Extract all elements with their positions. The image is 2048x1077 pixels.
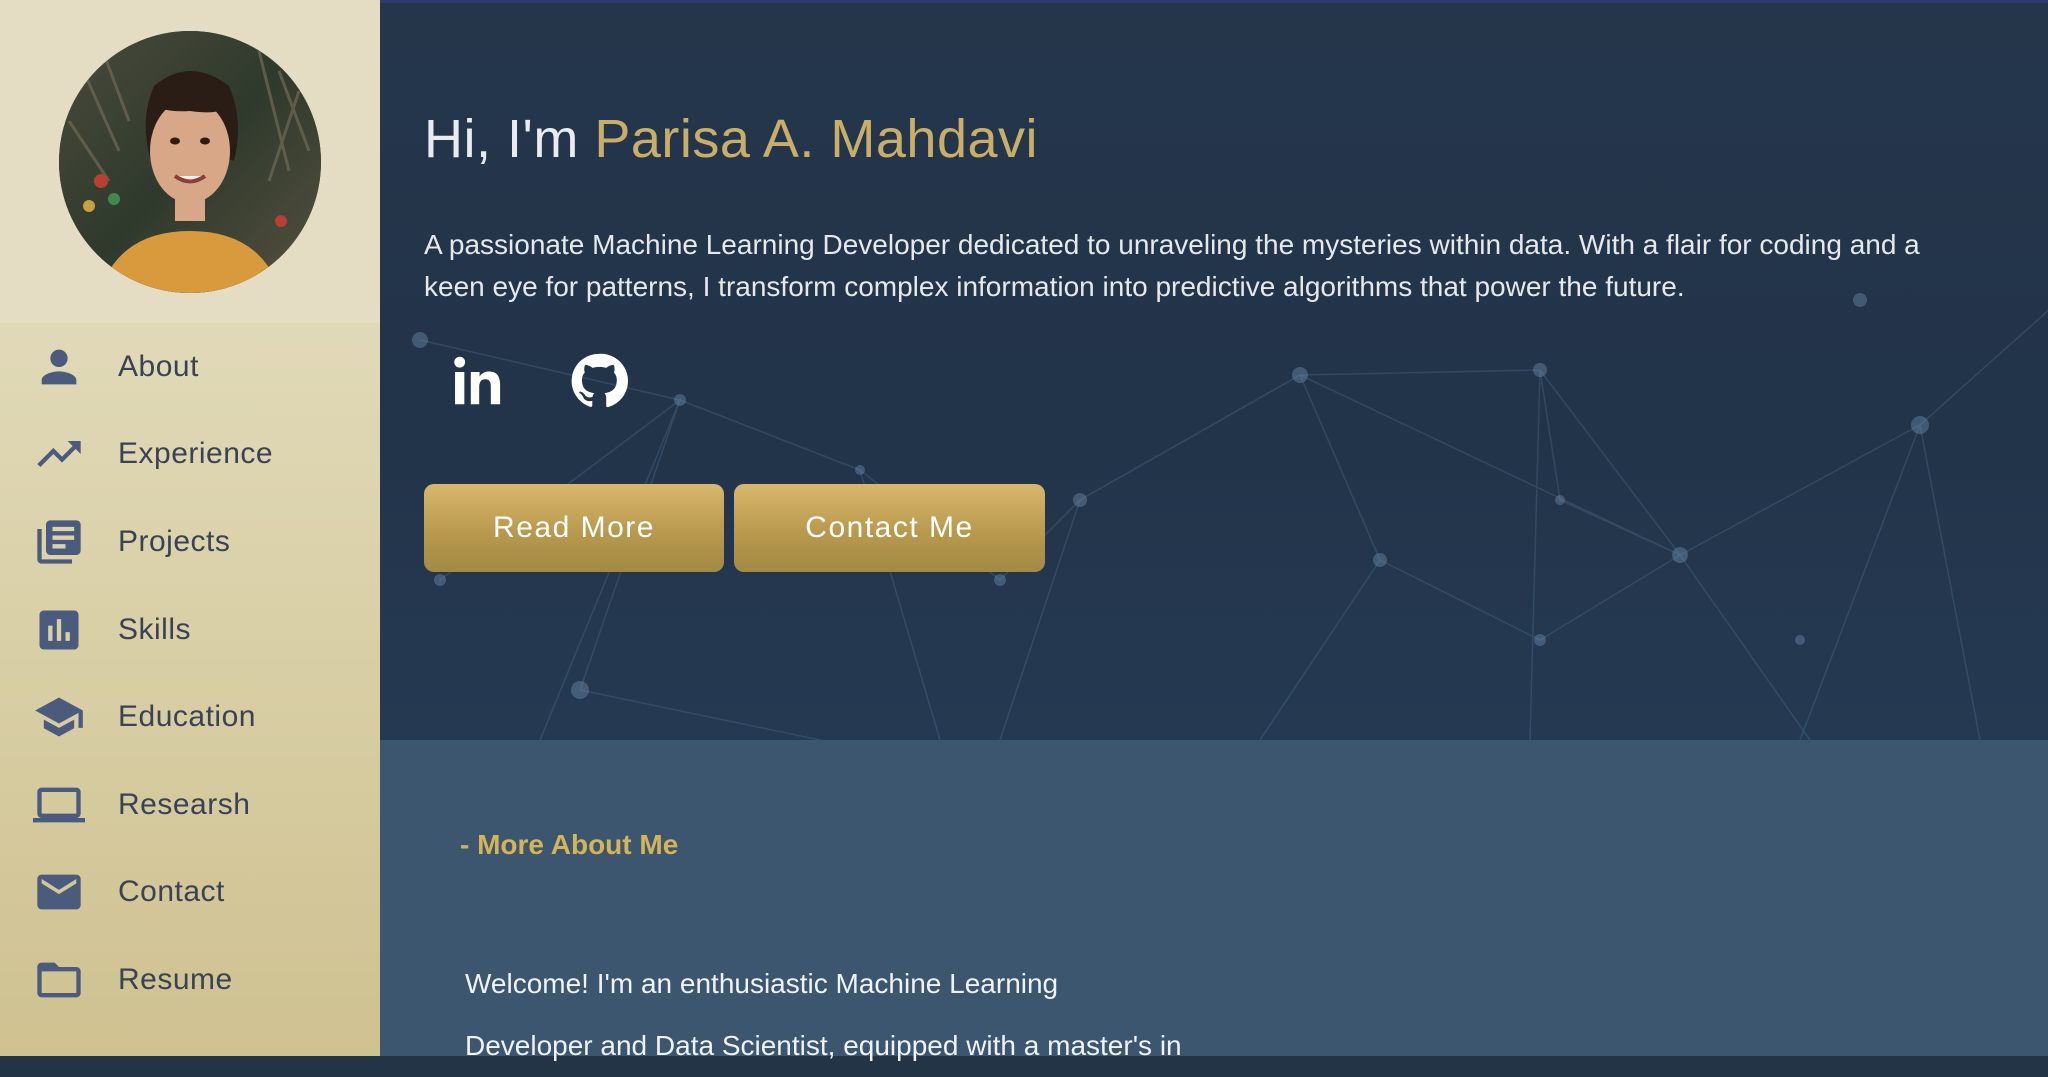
trending-up-icon — [30, 425, 88, 483]
sidebar-item-label: Experience — [118, 437, 274, 471]
top-border — [380, 0, 2048, 3]
social-links — [424, 350, 1984, 412]
bar-chart-icon — [30, 601, 88, 659]
about-line: Developer and Data Scientist, equipped w… — [465, 1030, 1182, 1061]
folder-icon — [30, 951, 88, 1009]
sidebar-item-label: Skills — [118, 612, 192, 646]
about-section: - More About Me Welcome! I'm an enthusia… — [380, 740, 2048, 1061]
avatar-container — [0, 0, 380, 323]
sidebar-nav: About Experience Projects Skills Educati… — [0, 323, 380, 1024]
github-icon[interactable] — [568, 350, 630, 412]
hero-title: Hi, I'm Parisa A. Mahdavi — [424, 108, 1984, 170]
sidebar-item-education[interactable]: Education — [0, 673, 380, 761]
mail-icon — [30, 863, 88, 921]
hero-content: Hi, I'm Parisa A. Mahdavi A passionate M… — [424, 108, 1984, 572]
hero-description: A passionate Machine Learning Developer … — [424, 229, 1920, 302]
read-more-button[interactable]: Read More — [424, 484, 724, 572]
contact-me-button[interactable]: Contact Me — [734, 484, 1045, 572]
laptop-icon — [30, 776, 88, 834]
sidebar-item-about[interactable]: About — [0, 323, 380, 411]
sidebar-item-contact[interactable]: Contact — [0, 849, 380, 937]
about-line: Welcome! I'm an enthusiastic Machine Lea… — [465, 968, 1059, 999]
sidebar-item-label: Projects — [118, 524, 231, 558]
sidebar-item-projects[interactable]: Projects — [0, 498, 380, 586]
linkedin-icon[interactable] — [446, 350, 508, 412]
sidebar-item-skills[interactable]: Skills — [0, 586, 380, 674]
sidebar-item-label: Researsh — [118, 787, 251, 821]
hero-section: Hi, I'm Parisa A. Mahdavi A passionate M… — [380, 0, 2048, 740]
library-books-icon — [30, 513, 88, 571]
hero-name: Parisa A. Mahdavi — [594, 109, 1039, 169]
about-text: Welcome! I'm an enthusiastic Machine Lea… — [465, 953, 1365, 1077]
greeting-text: Hi, I'm — [424, 109, 579, 169]
sidebar-item-research[interactable]: Researsh — [0, 761, 380, 849]
hero-buttons: Read More Contact Me — [424, 484, 1984, 572]
about-heading: - More About Me — [460, 829, 679, 860]
school-icon — [30, 688, 88, 746]
avatar-image — [59, 31, 321, 293]
avatar — [59, 31, 321, 293]
sidebar: About Experience Projects Skills Educati… — [0, 0, 380, 1056]
main-content: Hi, I'm Parisa A. Mahdavi A passionate M… — [380, 0, 2048, 1061]
sidebar-item-label: Education — [118, 700, 256, 734]
sidebar-item-label: Contact — [118, 875, 225, 909]
sidebar-item-label: Resume — [118, 962, 233, 996]
sidebar-item-resume[interactable]: Resume — [0, 936, 380, 1024]
sidebar-item-label: About — [118, 349, 199, 383]
sidebar-item-experience[interactable]: Experience — [0, 411, 380, 499]
person-icon — [30, 338, 88, 396]
